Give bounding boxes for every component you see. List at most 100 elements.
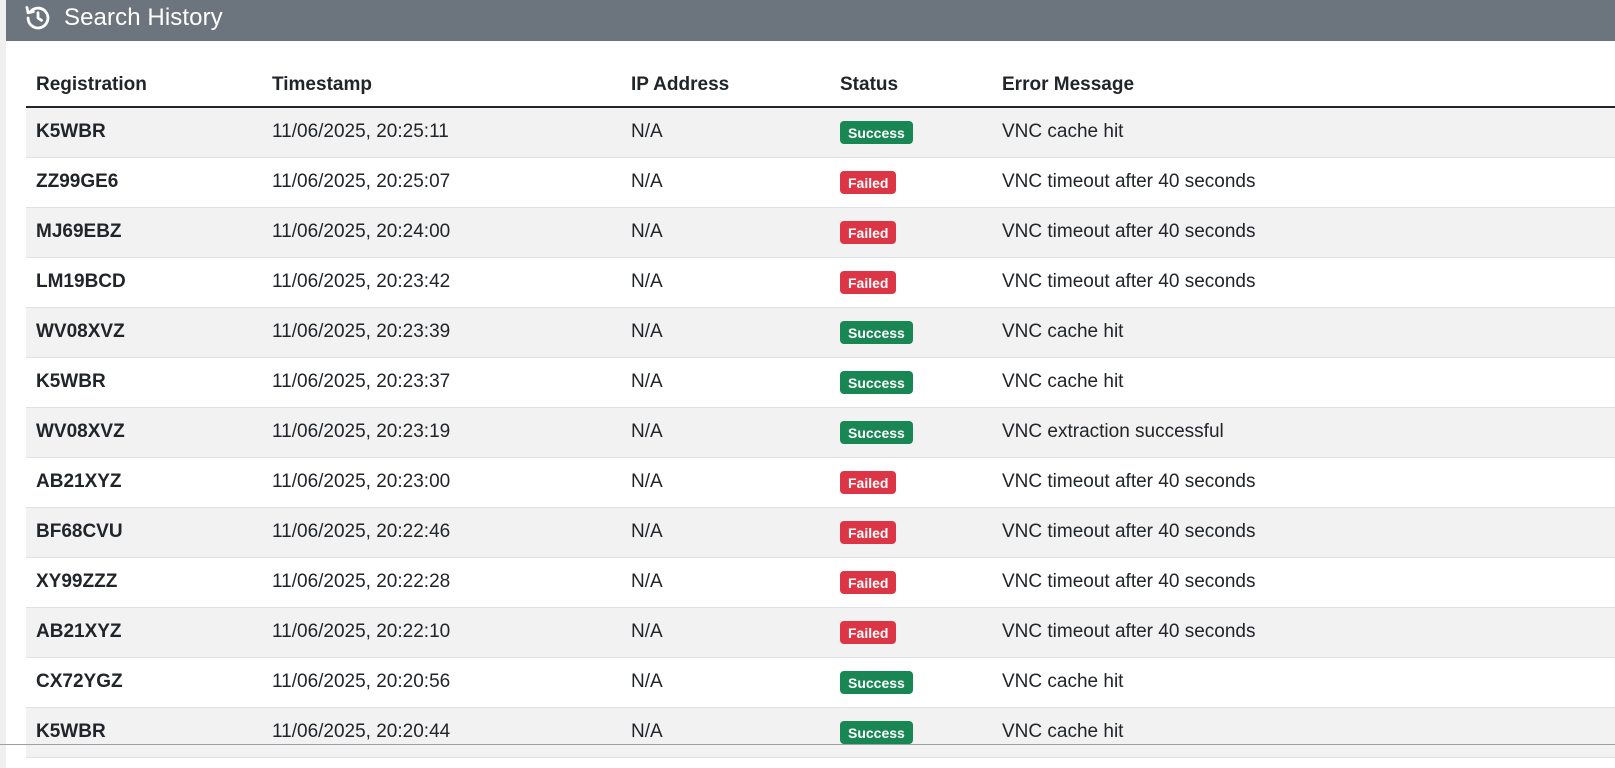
- registration-cell: AB21XYZ: [26, 607, 262, 658]
- timestamp-cell: 11/06/2025, 20:20:56: [262, 657, 621, 708]
- status-cell: Success: [830, 107, 992, 158]
- status-badge: Failed: [840, 170, 897, 194]
- table-row[interactable]: AB21XYZ 11/06/2025, 20:23:00 N/A Failed VNC …: [26, 457, 1615, 508]
- timestamp-cell: 11/06/2025, 20:20:44: [262, 707, 621, 758]
- status-cell: Failed: [830, 557, 992, 608]
- column-header-ip-address[interactable]: IP Address: [621, 41, 830, 108]
- error-message-cell: VNC extraction successful: [992, 407, 1615, 458]
- ip-address-cell: N/A: [621, 107, 830, 158]
- column-header-status[interactable]: Status: [830, 41, 992, 108]
- timestamp-cell: 11/06/2025, 20:23:00: [262, 457, 621, 508]
- status-badge: Success: [840, 720, 913, 744]
- table-row[interactable]: WV08XVZ 11/06/2025, 20:23:39 N/A Success VNC…: [26, 307, 1615, 358]
- ip-address-cell: N/A: [621, 407, 830, 458]
- registration-cell: LM19BCD: [26, 257, 262, 308]
- error-message-cell: VNC cache hit: [992, 107, 1615, 158]
- registration-cell: WV08XVZ: [26, 407, 262, 458]
- timestamp-cell: 11/06/2025, 20:25:07: [262, 157, 621, 208]
- ip-address-cell: N/A: [621, 357, 830, 408]
- table-row[interactable]: MJ69EBZ 11/06/2025, 20:24:00 N/A Failed VNC …: [26, 207, 1615, 258]
- status-badge: Failed: [840, 570, 897, 594]
- search-history-card: Search History Registration Timestamp IP…: [6, 0, 1615, 768]
- ip-address-cell: N/A: [621, 457, 830, 508]
- registration-cell: K5WBR: [26, 707, 262, 758]
- status-badge: Failed: [840, 470, 897, 494]
- registration-cell: ZZ99GE6: [26, 157, 262, 208]
- page: Search History Registration Timestamp IP…: [0, 0, 1615, 768]
- status-cell: Failed: [830, 157, 992, 208]
- error-message-cell: VNC timeout after 40 seconds: [992, 607, 1615, 658]
- table-row[interactable]: WV08XVZ 11/06/2025, 20:23:19 N/A Success VNC…: [26, 407, 1615, 458]
- ip-address-cell: N/A: [621, 657, 830, 708]
- error-message-cell: VNC timeout after 40 seconds: [992, 457, 1615, 508]
- registration-cell: XY99ZZZ: [26, 557, 262, 608]
- error-message-cell: VNC timeout after 40 seconds: [992, 207, 1615, 258]
- status-cell: Failed: [830, 607, 992, 658]
- table-body: K5WBR 11/06/2025, 20:25:11 N/A Success VNC c…: [26, 107, 1615, 758]
- error-message-cell: VNC timeout after 40 seconds: [992, 507, 1615, 558]
- status-badge: Success: [840, 420, 913, 444]
- table-row[interactable]: K5WBR 11/06/2025, 20:20:44 N/A Success VNC c…: [26, 707, 1615, 758]
- timestamp-cell: 11/06/2025, 20:23:39: [262, 307, 621, 358]
- status-cell: Success: [830, 407, 992, 458]
- status-cell: Failed: [830, 207, 992, 258]
- status-cell: Success: [830, 357, 992, 408]
- card-title: Search History: [64, 3, 223, 31]
- timestamp-cell: 11/06/2025, 20:23:19: [262, 407, 621, 458]
- table-row[interactable]: CX72YGZ 11/06/2025, 20:20:56 N/A Success VNC…: [26, 657, 1615, 708]
- column-header-error-message[interactable]: Error Message: [992, 41, 1615, 108]
- ip-address-cell: N/A: [621, 157, 830, 208]
- table-row[interactable]: BF68CVU 11/06/2025, 20:22:46 N/A Failed VNC …: [26, 507, 1615, 558]
- timestamp-cell: 11/06/2025, 20:22:10: [262, 607, 621, 658]
- status-badge: Failed: [840, 520, 897, 544]
- ip-address-cell: N/A: [621, 707, 830, 758]
- ip-address-cell: N/A: [621, 257, 830, 308]
- table-row[interactable]: XY99ZZZ 11/06/2025, 20:22:28 N/A Failed VNC …: [26, 557, 1615, 608]
- window-bottom-divider: [0, 744, 1615, 745]
- table-row[interactable]: AB21XYZ 11/06/2025, 20:22:10 N/A Failed VNC …: [26, 607, 1615, 658]
- table-row[interactable]: K5WBR 11/06/2025, 20:25:11 N/A Success VNC c…: [26, 107, 1615, 158]
- status-badge: Failed: [840, 620, 897, 644]
- status-cell: Failed: [830, 457, 992, 508]
- history-icon: [24, 4, 52, 32]
- error-message-cell: VNC timeout after 40 seconds: [992, 257, 1615, 308]
- timestamp-cell: 11/06/2025, 20:23:42: [262, 257, 621, 308]
- registration-cell: K5WBR: [26, 357, 262, 408]
- error-message-cell: VNC timeout after 40 seconds: [992, 557, 1615, 608]
- error-message-cell: VNC cache hit: [992, 707, 1615, 758]
- error-message-cell: VNC timeout after 40 seconds: [992, 157, 1615, 208]
- column-header-timestamp[interactable]: Timestamp: [262, 41, 621, 108]
- registration-cell: CX72YGZ: [26, 657, 262, 708]
- ip-address-cell: N/A: [621, 557, 830, 608]
- status-badge: Success: [840, 370, 913, 394]
- timestamp-cell: 11/06/2025, 20:25:11: [262, 107, 621, 158]
- timestamp-cell: 11/06/2025, 20:22:28: [262, 557, 621, 608]
- ip-address-cell: N/A: [621, 507, 830, 558]
- ip-address-cell: N/A: [621, 207, 830, 258]
- table-header-row: Registration Timestamp IP Address Status…: [26, 41, 1615, 108]
- error-message-cell: VNC cache hit: [992, 307, 1615, 358]
- status-badge: Failed: [840, 220, 897, 244]
- registration-cell: K5WBR: [26, 107, 262, 158]
- table-row[interactable]: K5WBR 11/06/2025, 20:23:37 N/A Success VNC c…: [26, 357, 1615, 408]
- registration-cell: WV08XVZ: [26, 307, 262, 358]
- status-badge: Success: [840, 120, 913, 144]
- status-badge: Success: [840, 320, 913, 344]
- error-message-cell: VNC cache hit: [992, 357, 1615, 408]
- ip-address-cell: N/A: [621, 607, 830, 658]
- card-header: Search History: [6, 0, 1615, 41]
- status-cell: Success: [830, 657, 992, 708]
- registration-cell: BF68CVU: [26, 507, 262, 558]
- table-row[interactable]: ZZ99GE6 11/06/2025, 20:25:07 N/A Failed VNC …: [26, 157, 1615, 208]
- registration-cell: MJ69EBZ: [26, 207, 262, 258]
- table-row[interactable]: LM19BCD 11/06/2025, 20:23:42 N/A Failed VNC …: [26, 257, 1615, 308]
- history-table: Registration Timestamp IP Address Status…: [26, 41, 1615, 758]
- column-header-registration[interactable]: Registration: [26, 41, 262, 108]
- history-table-wrap: Registration Timestamp IP Address Status…: [26, 41, 1615, 758]
- timestamp-cell: 11/06/2025, 20:22:46: [262, 507, 621, 558]
- status-cell: Success: [830, 707, 992, 758]
- ip-address-cell: N/A: [621, 307, 830, 358]
- status-badge: Success: [840, 670, 913, 694]
- timestamp-cell: 11/06/2025, 20:24:00: [262, 207, 621, 258]
- timestamp-cell: 11/06/2025, 20:23:37: [262, 357, 621, 408]
